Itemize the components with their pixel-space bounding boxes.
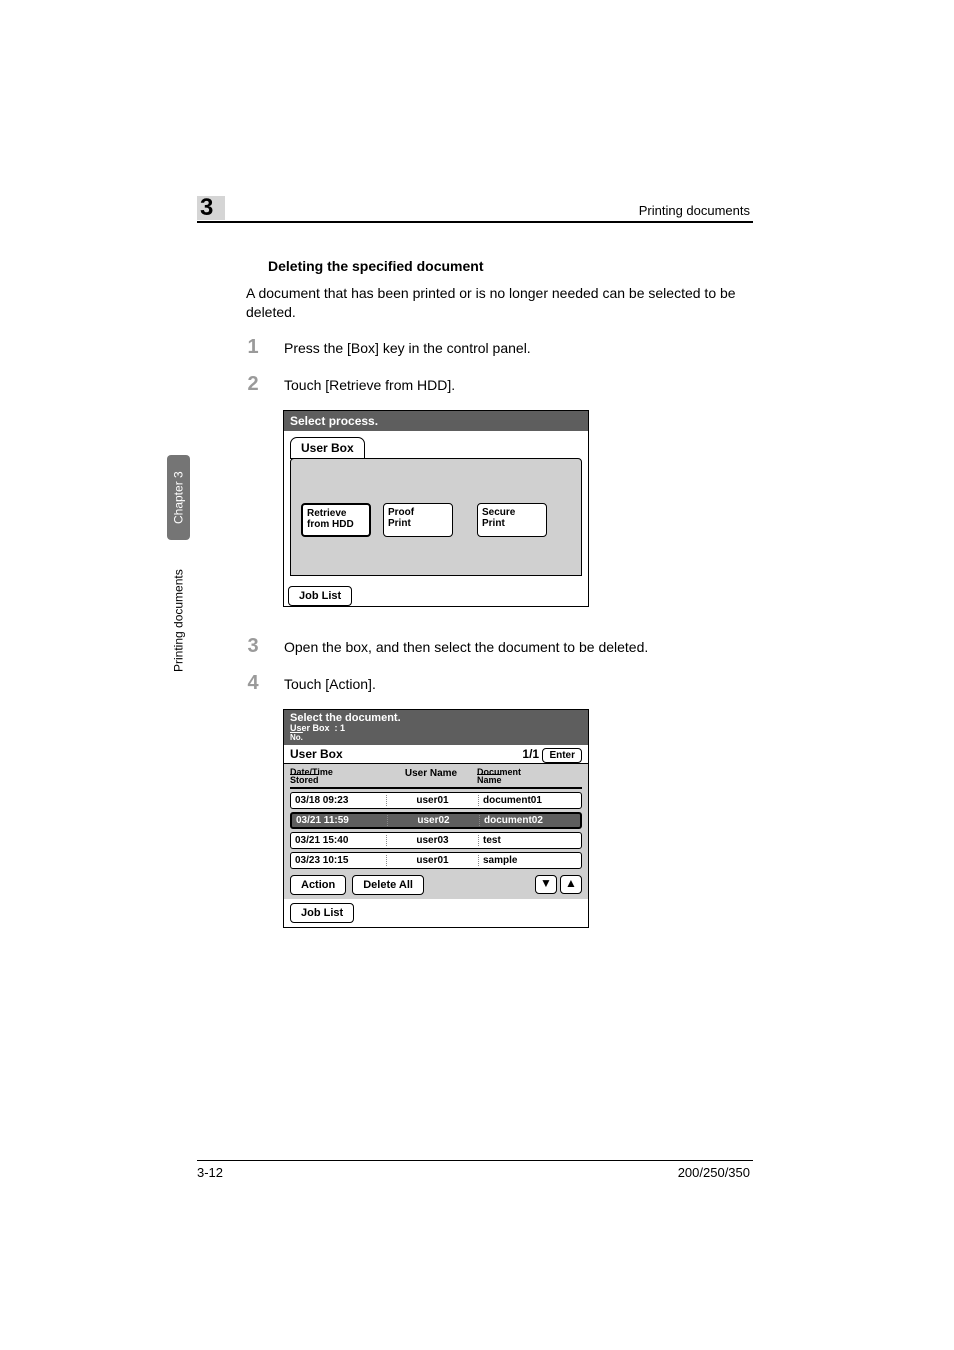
step-1: 1 Press the [Box] key in the control pan… [246, 336, 754, 359]
panel2-body: Date/Time Stored User Name Document Name… [284, 764, 588, 899]
retrieve-from-hdd-button[interactable]: Retrieve from HDD [301, 503, 371, 537]
footer-rule [197, 1160, 753, 1161]
step-3-num: 3 [246, 635, 260, 658]
cell-date: 03/18 09:23 [291, 795, 386, 806]
job-list-button-1[interactable]: Job List [288, 586, 352, 606]
step-3: 3 Open the box, and then select the docu… [246, 635, 754, 658]
col-user-header: User Name [385, 768, 477, 785]
secure-l1: Secure [482, 507, 542, 519]
side-tab: Chapter 3 Printing documents [167, 455, 190, 696]
cell-doc: sample [478, 855, 578, 866]
footer-page: 3-12 [197, 1165, 223, 1180]
step-4: 4 Touch [Action]. [246, 672, 754, 695]
table-row[interactable]: 03/21 15:40 user03 test [290, 832, 582, 849]
enter-button[interactable]: Enter [542, 748, 582, 763]
section-intro: A document that has been printed or is n… [246, 284, 754, 322]
proof-l2: Print [388, 518, 448, 530]
cell-user: user01 [386, 855, 478, 866]
step-3-text: Open the box, and then select the docume… [284, 639, 648, 655]
table-row[interactable]: 03/21 11:59 user02 document02 [290, 812, 582, 829]
table-row[interactable]: 03/23 10:15 user01 sample [290, 852, 582, 869]
panel1-inner: Retrieve from HDD Proof Print Secure Pri… [290, 458, 582, 576]
step-4-num: 4 [246, 672, 260, 695]
retrieve-l2: from HDD [307, 519, 365, 531]
header-rule [197, 221, 753, 223]
step-2-text: Touch [Retrieve from HDD]. [284, 377, 455, 393]
job-list-button-2[interactable]: Job List [290, 903, 354, 923]
panel2-title-line1: Select the document. [290, 712, 582, 724]
select-document-panel: Select the document.User Box : 1No. .pan… [283, 709, 589, 928]
step-2-num: 2 [246, 373, 260, 396]
header-title: Printing documents [639, 203, 750, 218]
secure-print-button[interactable]: Secure Print [477, 503, 547, 537]
section-title: Deleting the specified document [268, 258, 754, 274]
chapter-number: 3 [200, 194, 213, 222]
col-doc-header: Document Name [477, 768, 577, 785]
footer-model: 200/250/350 [678, 1165, 750, 1180]
delete-all-button[interactable]: Delete All [352, 875, 424, 895]
select-process-panel: Select process. User Box Retrieve from H… [283, 410, 589, 607]
cell-doc: document02 [479, 815, 579, 826]
step-1-num: 1 [246, 336, 260, 359]
panel2-actions: Action Delete All ▼ ▲ [290, 875, 582, 895]
secure-l2: Print [482, 518, 542, 530]
cell-date: 03/21 15:40 [291, 835, 386, 846]
panel2-subhead-label: User Box [290, 747, 343, 761]
cell-date: 03/21 11:59 [292, 815, 387, 826]
panel2-titlebar: Select the document.User Box : 1No. [284, 710, 588, 745]
page-indicator: 1/1 [522, 747, 539, 761]
proof-print-button[interactable]: Proof Print [383, 503, 453, 537]
panel1-body: User Box Retrieve from HDD Proof Print S… [284, 431, 588, 582]
side-tab-title: Printing documents [167, 546, 190, 696]
panel1-titlebar: Select process. [284, 411, 588, 431]
panel2-subheader: User Box 1/1 Enter [284, 745, 588, 764]
panel2-title-line2: User Box : 1No. [290, 724, 582, 743]
cell-user: user02 [387, 815, 479, 826]
main-content: Deleting the specified document A docume… [246, 258, 754, 928]
table-header: Date/Time Stored User Name Document Name [290, 768, 582, 789]
arrow-up-button[interactable]: ▲ [560, 875, 582, 894]
retrieve-l1: Retrieve [307, 508, 365, 520]
step-2: 2 Touch [Retrieve from HDD]. [246, 373, 754, 396]
table-row[interactable]: 03/18 09:23 user01 document01 [290, 792, 582, 809]
cell-user: user01 [386, 795, 478, 806]
arrow-down-button[interactable]: ▼ [535, 875, 557, 894]
cell-user: user03 [386, 835, 478, 846]
scroll-arrows: ▼ ▲ [535, 875, 582, 894]
action-button[interactable]: Action [290, 875, 346, 895]
proof-l1: Proof [388, 507, 448, 519]
cell-doc: document01 [478, 795, 578, 806]
user-box-tab[interactable]: User Box [290, 437, 365, 459]
side-tab-chapter: Chapter 3 [167, 455, 190, 540]
cell-date: 03/23 10:15 [291, 855, 386, 866]
cell-doc: test [478, 835, 578, 846]
col-date-header: Date/Time Stored [290, 768, 385, 785]
step-1-text: Press the [Box] key in the control panel… [284, 340, 531, 356]
step-4-text: Touch [Action]. [284, 676, 376, 692]
